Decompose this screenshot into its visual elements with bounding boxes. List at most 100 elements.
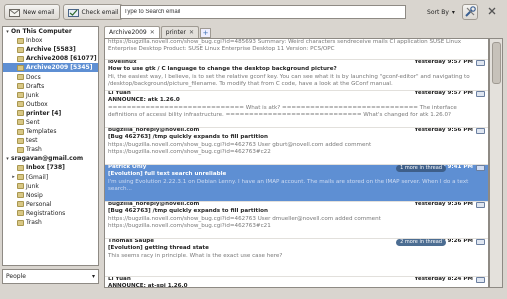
- message-subject: [Evolution] getting thread state: [108, 245, 209, 252]
- folder-icon: [17, 74, 24, 81]
- row-separator: [105, 276, 488, 277]
- message-preview: https://bugzilla.novell.com/show_bug.cgi…: [108, 39, 462, 53]
- close-icon[interactable]: [485, 4, 501, 20]
- row-separator: [105, 90, 488, 91]
- sidebar-item[interactable]: ▾ On This Computer: [3, 27, 98, 36]
- sidebar-item-label: Archive [5583]: [26, 46, 76, 54]
- new-tab-button[interactable]: +: [200, 28, 212, 38]
- folder-icon: [17, 164, 24, 171]
- message-list: https://bugzilla.novell.com/show_bug.cgi…: [104, 38, 489, 288]
- sidebar-item-label: [Gmail]: [26, 173, 49, 181]
- sidebar-item-label: Inbox [738]: [26, 164, 65, 172]
- message-row[interactable]: lovelinux How to use gtk / C language to …: [105, 59, 488, 90]
- expand-icon[interactable]: ▸: [11, 174, 16, 180]
- message-row[interactable]: Patrick Ohly [Evolution] full text search…: [105, 164, 488, 201]
- message-row[interactable]: Thomas Saupe [Evolution] getting thread s…: [105, 238, 488, 276]
- sidebar-item[interactable]: Archive2009 [5345]: [3, 63, 98, 73]
- chevron-down-icon: ▾: [91, 273, 95, 280]
- sidebar-item[interactable]: Archive [5583]: [3, 45, 98, 54]
- sidebar-item-label: Archive2009 [5345]: [26, 64, 93, 72]
- sidebar-item-label: Junk: [26, 182, 39, 190]
- folder-icon: [17, 92, 24, 99]
- message-status-icon: [476, 165, 485, 171]
- message-preview: Hi, the easiest way, I believe, is to se…: [108, 73, 470, 87]
- new-email-button[interactable]: New email: [4, 4, 60, 20]
- sidebar-item-label: Sent: [26, 118, 40, 126]
- message-status-icon: [476, 202, 485, 208]
- folder-icon: [17, 101, 24, 108]
- message-row[interactable]: https://bugzilla.novell.com/show_bug.cgi…: [105, 39, 488, 59]
- tools-button[interactable]: [462, 4, 478, 20]
- sidebar-item[interactable]: Inbox [738]: [3, 163, 98, 172]
- sidebar-item-label: Junk: [26, 91, 39, 99]
- message-row[interactable]: bugzilla_noreply@novell.com [Bug 462763] …: [105, 127, 488, 164]
- message-status-icon: [476, 128, 485, 134]
- close-icon[interactable]: ✕: [189, 29, 194, 36]
- folder-icon: [17, 110, 24, 117]
- sidebar-item[interactable]: Drafts: [3, 82, 98, 91]
- sidebar-item[interactable]: ▾ sragavan@gmail.com: [3, 154, 98, 163]
- collapse-icon[interactable]: ▾: [5, 29, 10, 35]
- tab-label: printer: [165, 29, 187, 36]
- sidebar-item-label: printer [4]: [26, 109, 62, 117]
- message-subject: [Bug 462763] /tmp quickly expands to fil…: [108, 208, 268, 215]
- status-bar: [0, 288, 507, 299]
- message-preview: https://bugzilla.novell.com/show_bug.cgi…: [108, 215, 381, 229]
- sidebar-item[interactable]: printer [4]: [3, 109, 98, 118]
- tab-1[interactable]: printer ✕: [160, 26, 200, 38]
- sidebar-item[interactable]: Templates: [3, 127, 98, 136]
- sidebar-item-label: Templates: [26, 128, 57, 136]
- chevron-down-icon: ▾: [451, 8, 455, 16]
- thread-count-badge[interactable]: 1 more in thread: [396, 165, 446, 172]
- message-status-icon: [476, 239, 485, 245]
- collapse-icon[interactable]: ▾: [5, 156, 10, 162]
- thread-count-badge[interactable]: 2 more in thread: [396, 239, 446, 246]
- folder-icon: [17, 119, 24, 126]
- folder-icon: [17, 128, 24, 135]
- sidebar-item[interactable]: Outbox: [3, 100, 98, 109]
- folder-icon: [17, 55, 24, 62]
- message-row[interactable]: Li Yuan ANNOUNCE: atk 1.26.0 Yesterday 9:5…: [105, 90, 488, 127]
- tab-0[interactable]: Archive2009 ✕: [104, 26, 160, 38]
- message-subject: ANNOUNCE: atk 1.26.0: [108, 97, 180, 104]
- folder-icon: [17, 201, 24, 208]
- sidebar-item[interactable]: Nosip: [3, 191, 98, 200]
- folder-icon: [17, 174, 24, 181]
- evolution-window: New email Check email Sort By ▾ ▾On This…: [0, 0, 507, 299]
- sidebar-item[interactable]: ▸ [Gmail]: [3, 173, 98, 182]
- sidebar-item-label: Personal: [26, 200, 52, 208]
- folder-icon: [17, 137, 24, 144]
- check-email-button[interactable]: Check email: [62, 4, 124, 20]
- new-email-icon: [9, 8, 20, 17]
- folder-icon: [17, 219, 24, 226]
- sidebar-item[interactable]: Sent: [3, 118, 98, 127]
- tools-icon: [465, 6, 476, 17]
- message-row[interactable]: bugzilla_noreply@novell.com [Bug 462763] …: [105, 201, 488, 238]
- sort-by-button[interactable]: Sort By ▾: [423, 4, 459, 20]
- sidebar-item[interactable]: Registrations: [3, 209, 98, 218]
- sidebar-item[interactable]: Inbox: [3, 36, 98, 45]
- scrollbar-thumb[interactable]: [492, 42, 501, 84]
- message-status-icon: [476, 277, 485, 283]
- close-icon[interactable]: ✕: [150, 29, 155, 36]
- sidebar-item[interactable]: Archive2008 [61077]: [3, 54, 98, 63]
- sidebar-item[interactable]: Personal: [3, 200, 98, 209]
- search-input[interactable]: [120, 5, 406, 19]
- people-selector[interactable]: People ▾: [2, 269, 99, 284]
- message-row[interactable]: Li Yuan ANNOUNCE: at-spi 1.26.0 Yesterday …: [105, 276, 488, 287]
- message-subject: [Evolution] full text search unreliable: [108, 171, 227, 178]
- sidebar-item[interactable]: Docs: [3, 72, 98, 81]
- message-date: Yesterday 9:56 PM: [414, 127, 473, 133]
- folder-tree: ▾ On This Computer Inbox Archive [5583] Arch…: [2, 26, 99, 266]
- row-separator: [105, 127, 488, 128]
- folder-icon: [17, 192, 24, 199]
- message-list-scrollbar[interactable]: [489, 38, 503, 288]
- sidebar-item[interactable]: Trash: [3, 218, 98, 227]
- folder-icon: [17, 37, 24, 44]
- sidebar-item[interactable]: Junk: [3, 91, 98, 100]
- sidebar-item[interactable]: Trash: [3, 145, 98, 154]
- sidebar-item[interactable]: test: [3, 136, 98, 145]
- row-separator: [105, 238, 488, 239]
- sidebar-item[interactable]: Junk: [3, 182, 98, 191]
- check-email-icon: [67, 8, 79, 17]
